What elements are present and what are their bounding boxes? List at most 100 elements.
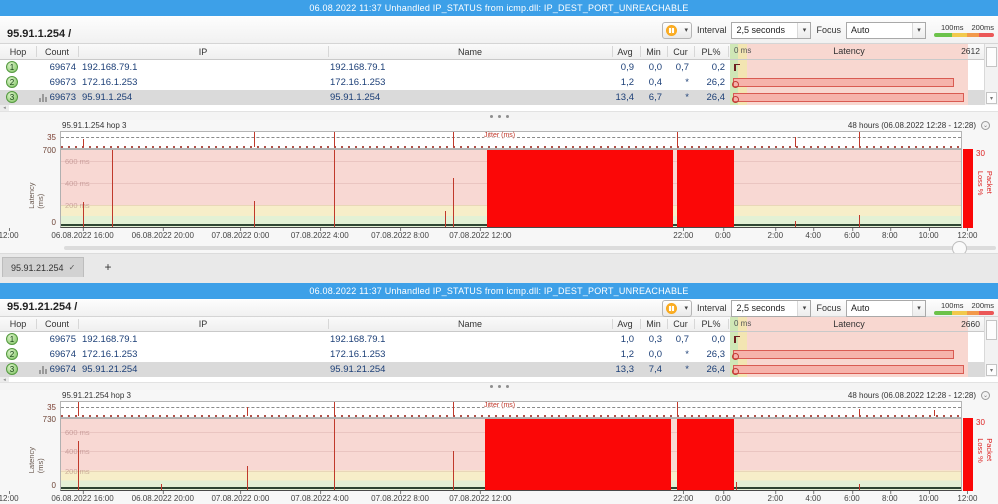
jitter-spike — [253, 131, 255, 147]
header-name[interactable]: Name — [328, 44, 612, 59]
header-cur[interactable]: Cur — [667, 317, 694, 331]
alert-title-bar: 06.08.2022 11:37 Unhandled IP_STATUS fro… — [0, 0, 998, 16]
legend-100ms: 100ms — [940, 23, 964, 32]
tab-95-91-21-254[interactable]: 95.91.21.254 ✓ — [2, 257, 85, 277]
x-axis-label: 8:00 — [882, 491, 898, 503]
header-count[interactable]: Count — [36, 44, 78, 59]
pause-button[interactable]: ▾ — [661, 299, 692, 317]
header-hop[interactable]: Hop — [0, 317, 36, 331]
table-scrollbar[interactable]: ▾ — [984, 317, 998, 377]
hop-row-3[interactable]: 3 69674 95.91.21.254 95.91.21.254 13,3 7… — [0, 362, 998, 377]
scroll-down-icon[interactable]: ▾ — [986, 364, 997, 376]
interval-label: Interval — [696, 303, 727, 313]
scroll-left-icon[interactable]: ◂ — [0, 377, 9, 383]
header-avg[interactable]: Avg — [612, 44, 638, 59]
header-pl[interactable]: PL% — [694, 317, 728, 331]
graph-plot-area[interactable]: 600 ms 400 ms 200 ms — [60, 149, 962, 228]
hop-number-badge: 2 — [6, 76, 18, 88]
x-axis-label: 4:00 — [805, 491, 821, 503]
latency-spike — [253, 201, 255, 227]
latency-spike — [78, 441, 80, 490]
latency-spike — [333, 419, 335, 490]
header-pl[interactable]: PL% — [694, 44, 728, 59]
hop-row-3[interactable]: 3 69673 95.91.1.254 95.91.1.254 13,4 6,7… — [0, 90, 998, 105]
min-cell: 0,4 — [648, 77, 662, 88]
scrollbar-track[interactable] — [64, 246, 996, 250]
table-scrollbar[interactable]: ▾ — [984, 44, 998, 105]
target-header: 95.91.21.254 / ▾ Interval 2,5 seconds ▾ … — [0, 299, 998, 317]
x-axis-label: 6:00 — [844, 491, 860, 503]
chevron-down-icon[interactable]: ⌄ — [981, 391, 990, 400]
name-cell: 192.168.79.1 — [330, 334, 386, 345]
x-axis-label: 07.08.2022 4:00 — [290, 228, 349, 240]
scroll-left-icon[interactable]: ◂ — [0, 105, 9, 111]
jitter-spike — [333, 401, 335, 416]
ip-cell: 95.91.21.254 — [82, 364, 138, 375]
hop-row-2[interactable]: 2 69673 172.16.1.253 172.16.1.253 1,2 0,… — [0, 75, 998, 90]
chevron-down-icon[interactable]: ▾ — [684, 304, 688, 312]
header-min[interactable]: Min — [640, 44, 667, 59]
header-cur[interactable]: Cur — [667, 44, 694, 59]
gridline-label: 600 ms — [65, 156, 90, 166]
chevron-down-icon[interactable]: ⌄ — [981, 121, 990, 130]
interval-select[interactable]: 2,5 seconds ▾ — [731, 299, 812, 317]
y-axis-title: Latency (ms) — [27, 181, 45, 209]
header-ip[interactable]: IP — [78, 317, 328, 331]
jitter-strip: 35 Jitter (ms) — [0, 400, 998, 418]
gridline-label: 200 ms — [65, 200, 90, 210]
latency-gradient-bar — [934, 311, 994, 315]
scroll-down-icon[interactable]: ▾ — [986, 92, 997, 104]
interval-select[interactable]: 2,5 seconds ▾ — [731, 21, 812, 39]
header-avg[interactable]: Avg — [612, 317, 638, 331]
count-cell: 69674 — [49, 62, 76, 73]
header-min[interactable]: Min — [640, 317, 667, 331]
splitter-handle[interactable] — [0, 383, 998, 390]
graph-scrollbar[interactable] — [0, 241, 998, 253]
latency-cell — [730, 75, 968, 90]
scrollbar-knob[interactable] — [952, 241, 967, 253]
packet-loss-block — [486, 150, 673, 227]
x-axis-label: 06.08.2022 20:00 — [131, 491, 194, 503]
add-tab-button[interactable]: + — [100, 258, 116, 276]
time-range-label[interactable]: 48 hours (06.08.2022 12:28 - 12:28) — [848, 391, 976, 400]
pause-button[interactable]: ▾ — [661, 21, 692, 39]
latency-scale-legend: 100ms 200ms — [934, 301, 994, 315]
hop-row-1[interactable]: 1 69675 192.168.79.1 192.168.79.1 1,0 0,… — [0, 332, 998, 347]
min-cell: 0,0 — [648, 62, 662, 73]
table-hscroll-strip: ◂ — [0, 377, 998, 383]
latency-bar — [732, 365, 964, 375]
packet-loss-axis-title: Packet Loss % — [976, 170, 994, 195]
pause-icon — [665, 24, 677, 36]
trace-panel-1: 06.08.2022 11:37 Unhandled IP_STATUS fro… — [0, 0, 998, 253]
header-count[interactable]: Count — [36, 317, 78, 331]
latency-spike — [160, 484, 162, 490]
alert-message: 06.08.2022 11:37 Unhandled IP_STATUS fro… — [309, 286, 689, 296]
chevron-down-icon[interactable]: ▾ — [684, 26, 688, 34]
scrollbar-thumb[interactable] — [986, 47, 997, 67]
hop-row-2[interactable]: 2 69674 172.16.1.253 172.16.1.253 1,2 0,… — [0, 347, 998, 362]
target-address: 95.91.21.254 / — [7, 301, 78, 313]
jitter-spike — [333, 131, 335, 147]
scrollbar-thumb[interactable] — [986, 320, 997, 340]
packet-loss-axis-max: 30 — [976, 418, 985, 427]
cur-cell: 0,7 — [675, 62, 689, 73]
focus-select[interactable]: Auto ▾ — [846, 21, 926, 39]
header-ip[interactable]: IP — [78, 44, 328, 59]
splitter-handle[interactable] — [0, 112, 998, 120]
target-header: 95.91.1.254 / ▾ Interval 2,5 seconds ▾ F… — [0, 16, 998, 44]
graph-plot-area[interactable]: 600 ms 400 ms 200 ms — [60, 418, 962, 491]
x-axis-label: 22:00 — [673, 228, 694, 240]
x-axis-label: 06.08.2022 16:00 — [51, 491, 114, 503]
time-range-label[interactable]: 48 hours (06.08.2022 12:28 - 12:28) — [848, 121, 976, 130]
ip-cell: 172.16.1.253 — [82, 349, 138, 360]
y-axis-zero: 0 — [51, 481, 56, 490]
current-loss-bar — [963, 149, 973, 228]
focus-select[interactable]: Auto ▾ — [846, 299, 926, 317]
hop-row-1[interactable]: 1 69674 192.168.79.1 192.168.79.1 0,9 0,… — [0, 60, 998, 75]
header-hop[interactable]: Hop — [0, 44, 36, 59]
min-cell: 7,4 — [648, 364, 662, 375]
packet-loss-block — [484, 419, 672, 490]
header-name[interactable]: Name — [328, 317, 612, 331]
gridline-label: 600 ms — [65, 427, 90, 437]
latency-marker — [734, 336, 740, 343]
